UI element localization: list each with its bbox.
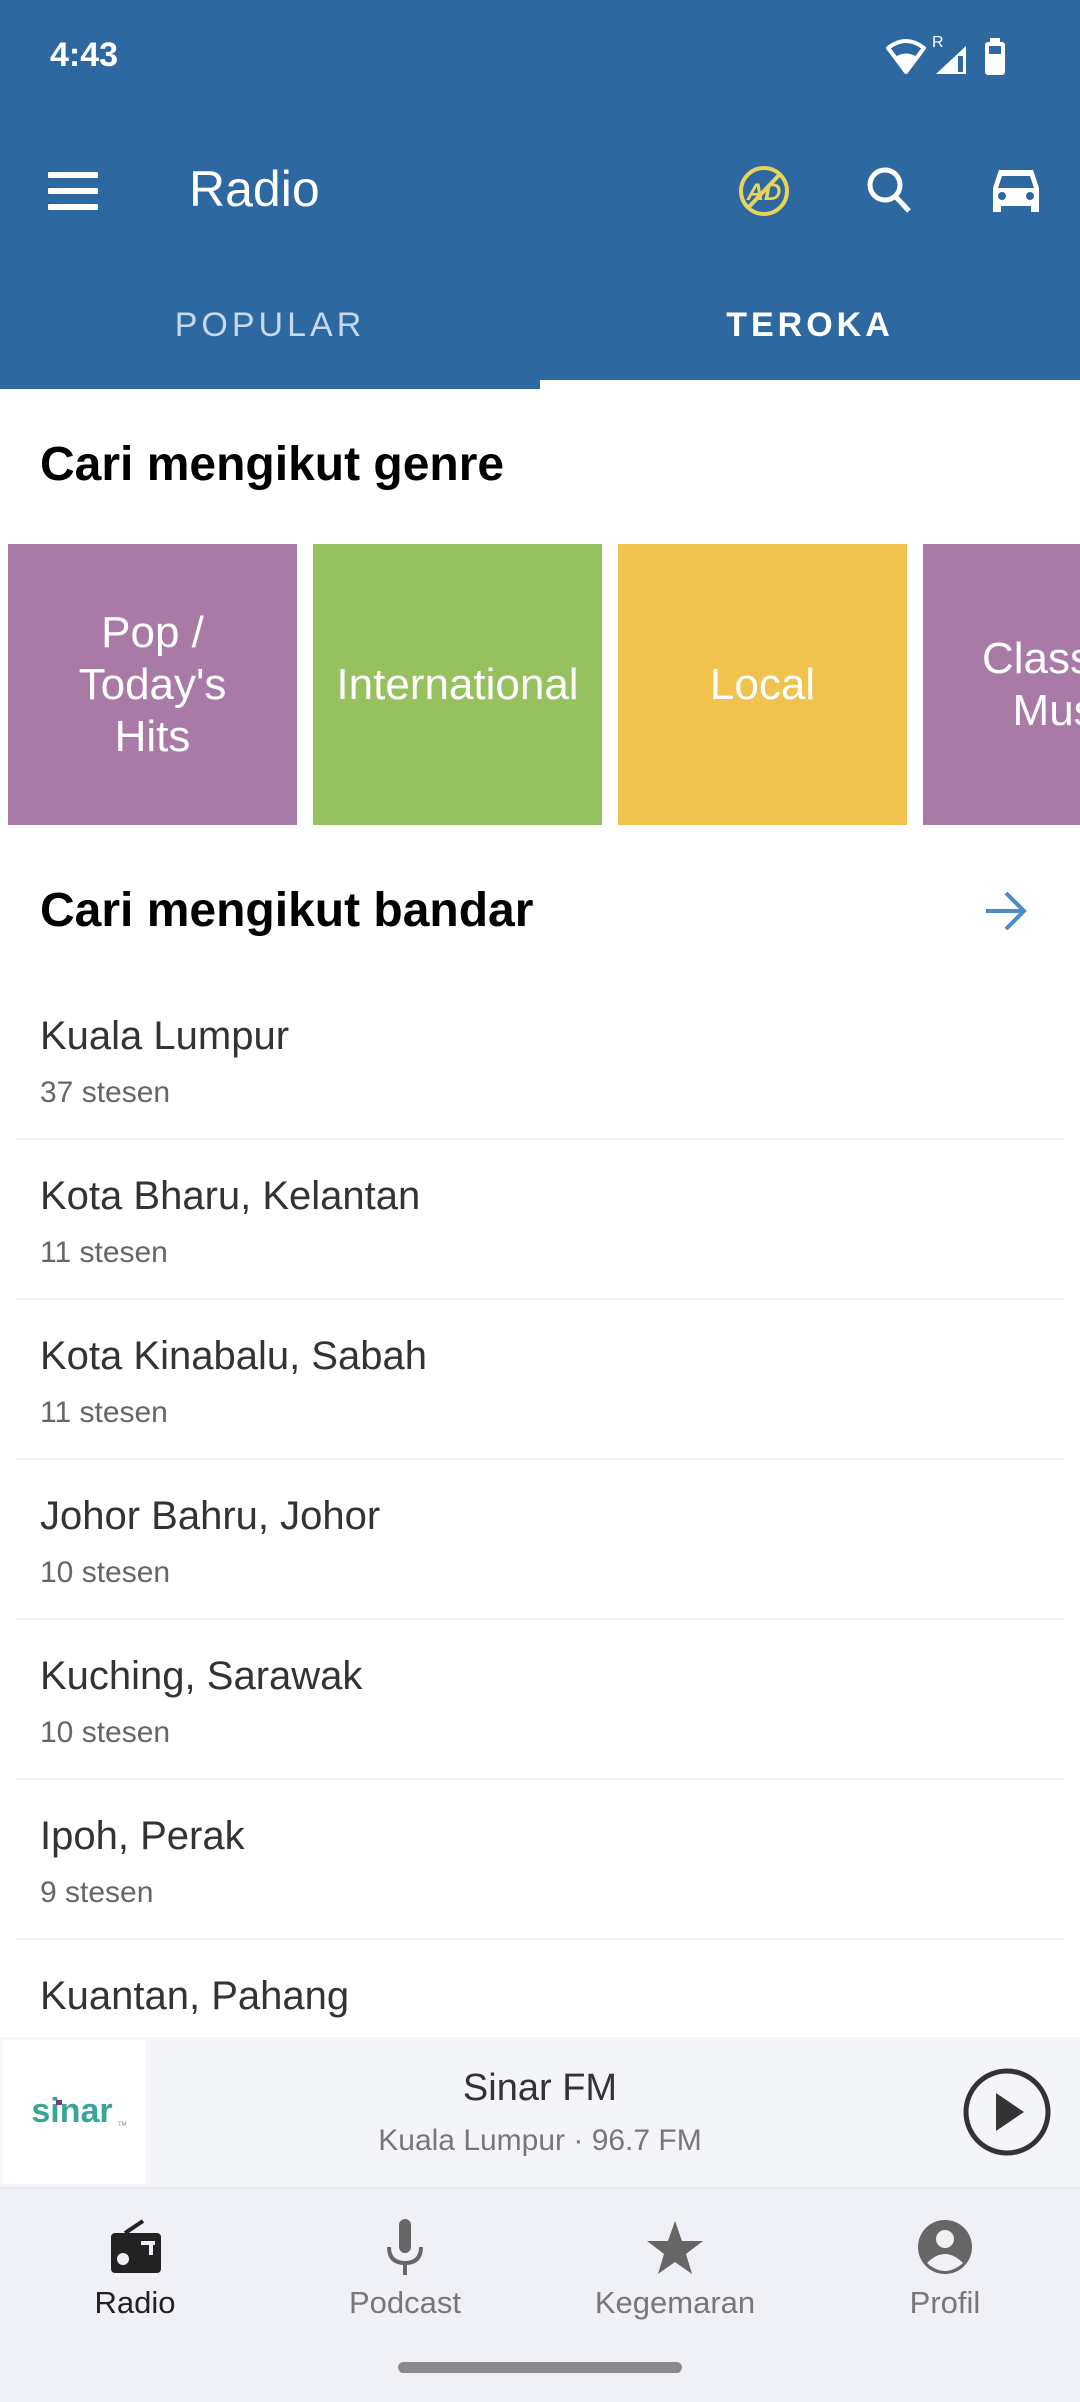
station-count: 11 stesen	[40, 1396, 168, 1429]
city-list-item[interactable]: Kuala Lumpur 37 stesen	[0, 980, 1080, 1140]
car-mode-button[interactable]	[976, 151, 1056, 231]
city-name: Kuching, Sarawak	[40, 1654, 363, 1698]
city-name: Kuantan, Pahang	[40, 1974, 350, 2018]
nav-favorites[interactable]: Kegemaran	[540, 2189, 810, 2339]
app-bar: 4:43 R Radio AD	[0, 0, 1080, 389]
tab-indicator	[540, 380, 1080, 389]
wifi-icon	[886, 39, 926, 74]
city-list-item[interactable]: Kota Bharu, Kelantan 11 stesen	[0, 1140, 1080, 1300]
play-icon	[963, 2068, 1051, 2156]
tab-popular[interactable]: POPULAR	[0, 270, 540, 380]
city-list-item[interactable]: Kuching, Sarawak 10 stesen	[0, 1620, 1080, 1780]
home-indicator[interactable]	[398, 2362, 682, 2373]
see-all-cities-button[interactable]	[970, 875, 1042, 947]
station-logo: sinar TM	[3, 2040, 146, 2184]
menu-button[interactable]	[48, 172, 98, 210]
city-list-item[interactable]: Johor Bahru, Johor 10 stesen	[0, 1460, 1080, 1620]
genre-tile-local[interactable]: Local	[618, 544, 907, 825]
nav-label: Profil	[909, 2285, 981, 2320]
menu-icon-bar	[48, 204, 98, 210]
search-button[interactable]	[850, 151, 930, 231]
city-name: Kota Bharu, Kelantan	[40, 1174, 421, 1218]
city-section-title: Cari mengikut bandar	[40, 884, 534, 937]
genre-tile-classical[interactable]: Classical Music	[923, 544, 1080, 825]
radio-icon	[111, 2219, 161, 2273]
station-count: 37 stesen	[40, 1076, 171, 1109]
nav-label: Radio	[94, 2285, 176, 2320]
no-ads-icon: AD	[739, 166, 789, 216]
now-playing-subtitle: Kuala Lumpur · 96.7 FM	[378, 2124, 702, 2157]
station-count: 11 stesen	[40, 1236, 168, 1269]
battery-icon	[985, 38, 1005, 75]
nav-profile[interactable]: Profil	[810, 2189, 1080, 2339]
play-button[interactable]	[962, 2067, 1052, 2157]
city-name: Kota Kinabalu, Sabah	[40, 1334, 427, 1378]
app-title: Radio	[189, 161, 320, 217]
city-list-item[interactable]: Ipoh, Perak 9 stesen	[0, 1780, 1080, 1940]
genre-tile-label: Pop / Today's Hits	[78, 607, 227, 761]
city-name: Johor Bahru, Johor	[40, 1494, 381, 1538]
microphone-icon	[387, 2219, 423, 2275]
genre-tile-label: Local	[709, 659, 816, 709]
station-count: 10 stesen	[40, 1556, 171, 1589]
genre-tile-label: International	[336, 659, 579, 709]
genre-section-title: Cari mengikut genre	[40, 438, 505, 491]
status-time: 4:43	[50, 36, 119, 74]
search-icon	[867, 167, 911, 213]
station-count: 9 stesen	[40, 1876, 154, 1909]
star-icon	[647, 2221, 703, 2274]
profile-icon	[918, 2220, 972, 2274]
signal-icon	[936, 46, 966, 74]
city-name: Kuala Lumpur	[40, 1014, 290, 1058]
now-playing-station: Sinar FM	[462, 2067, 618, 2109]
arrow-right-icon	[986, 891, 1027, 931]
city-name: Ipoh, Perak	[40, 1814, 245, 1858]
tab-teroka[interactable]: TEROKA	[540, 270, 1080, 380]
nav-podcast[interactable]: Podcast	[270, 2189, 540, 2339]
menu-icon	[48, 172, 98, 178]
nav-radio[interactable]: Radio	[0, 2189, 270, 2339]
menu-icon-bar	[48, 188, 98, 194]
nav-label: Podcast	[348, 2285, 461, 2320]
remove-ads-button[interactable]: AD	[724, 151, 804, 231]
nav-label: Kegemaran	[594, 2285, 756, 2320]
city-list-item[interactable]: Kota Kinabalu, Sabah 11 stesen	[0, 1300, 1080, 1460]
genre-tile-pop[interactable]: Pop / Today's Hits	[8, 544, 297, 825]
mini-player[interactable]: sinar TM Sinar FM Kuala Lumpur · 96.7 FM	[0, 2037, 1080, 2187]
car-icon	[993, 170, 1039, 212]
genre-tile-label: Classical Music	[981, 633, 1080, 735]
station-count: 10 stesen	[40, 1716, 171, 1749]
genre-tile-international[interactable]: International	[313, 544, 602, 825]
